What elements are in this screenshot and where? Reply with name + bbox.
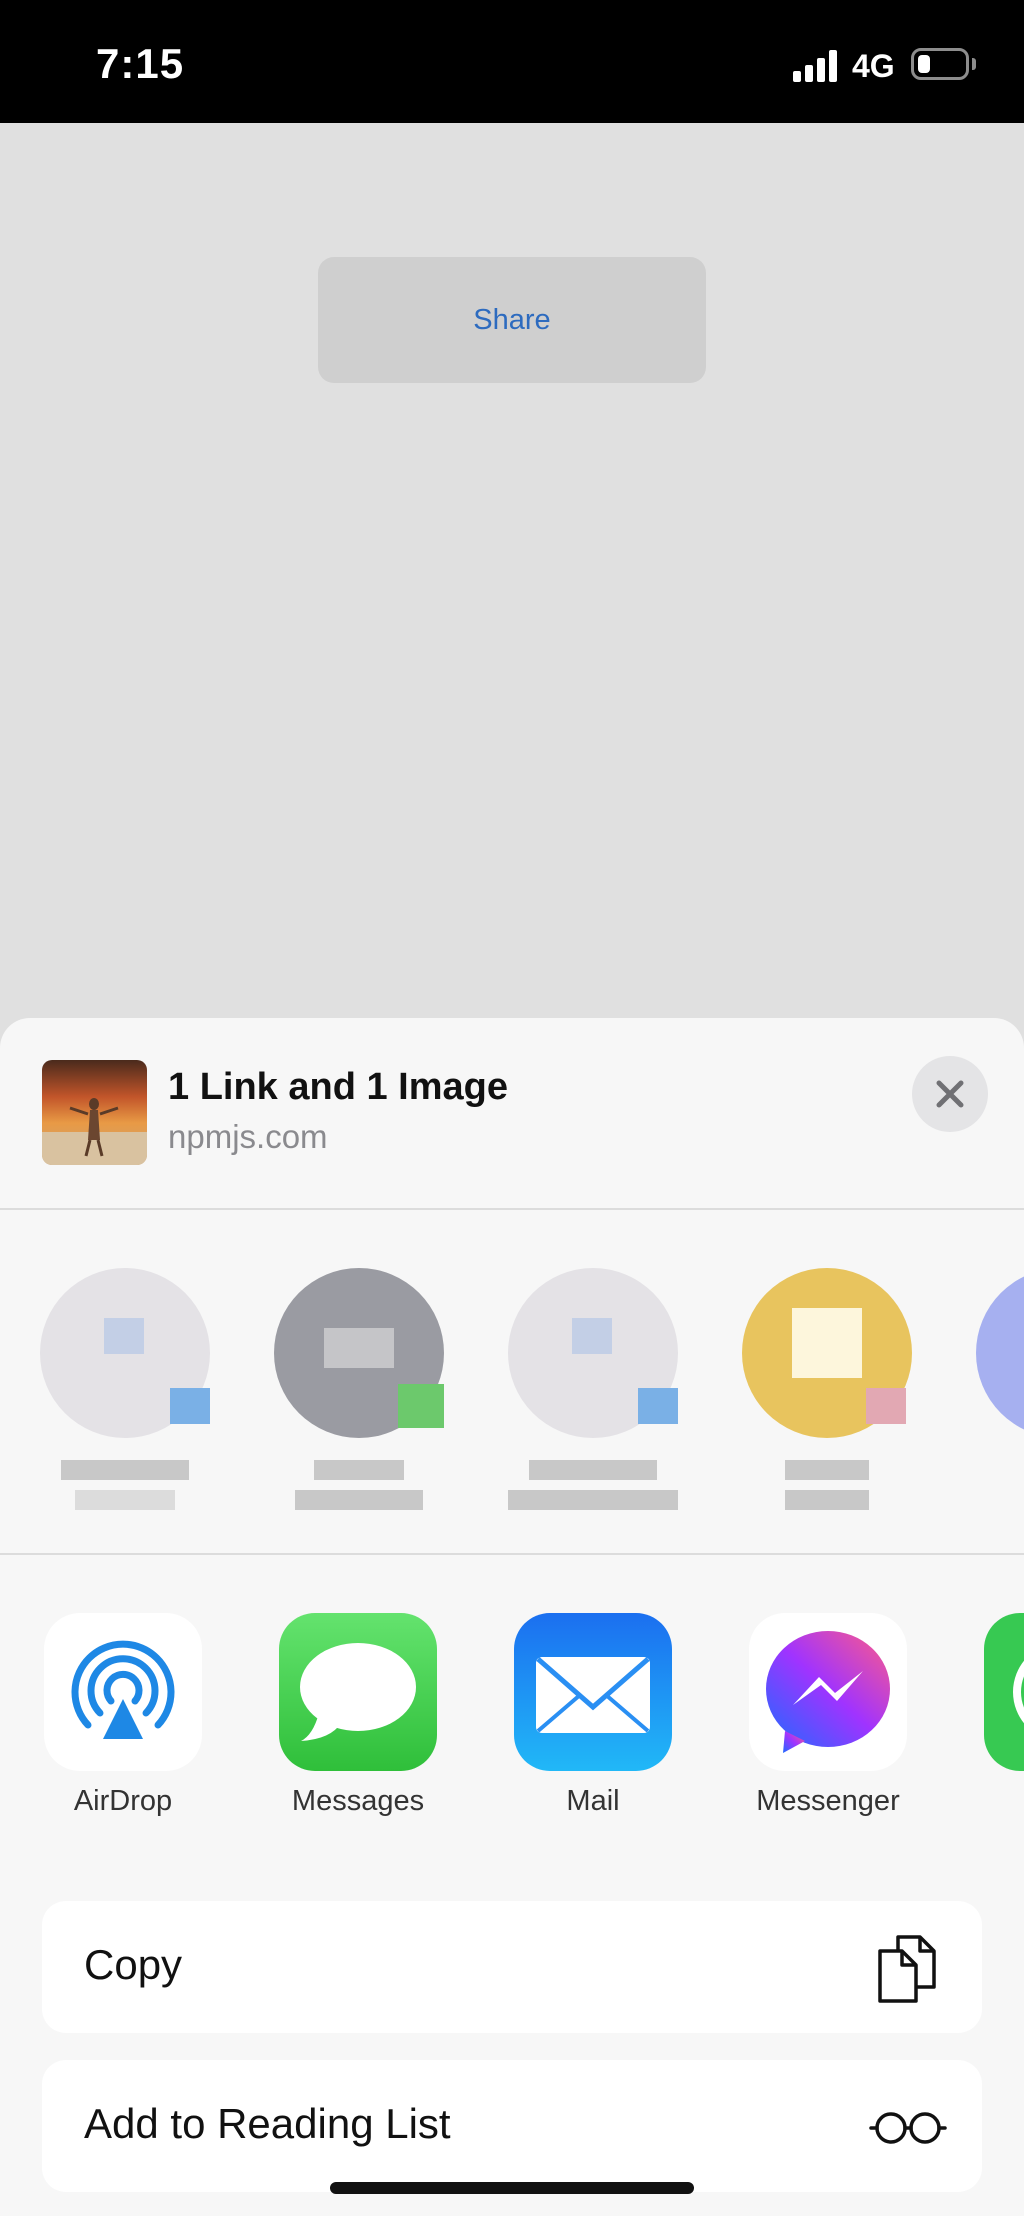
- people-divider: [0, 1553, 1024, 1555]
- app-label: Messenger: [756, 1785, 900, 1817]
- battery-tip: [972, 58, 976, 70]
- network-type: 4G: [852, 48, 895, 84]
- close-button[interactable]: [912, 1056, 988, 1132]
- contact-suggestion[interactable]: [966, 1268, 1024, 1438]
- app-label: AirDrop: [73, 1785, 173, 1817]
- contact-suggestion[interactable]: [732, 1268, 922, 1510]
- app-label: Wh: [963, 1785, 1024, 1818]
- airdrop-icon: [44, 1613, 202, 1771]
- close-icon: [936, 1080, 964, 1108]
- app-whatsapp[interactable]: Wh: [963, 1613, 1024, 1818]
- share-button[interactable]: Share: [318, 257, 706, 383]
- contact-suggestion[interactable]: [30, 1268, 220, 1510]
- share-sheet-title: 1 Link and 1 Image: [168, 1066, 508, 1108]
- app-row: AirDrop Messages Mail Messenger: [0, 1613, 1024, 1843]
- people-suggestions: [0, 1208, 1024, 1570]
- shared-image-thumbnail: [42, 1060, 147, 1165]
- status-bar: 7:15 4G: [0, 0, 1024, 123]
- copy-action[interactable]: Copy: [42, 1901, 982, 2033]
- home-indicator[interactable]: [330, 2182, 694, 2194]
- whatsapp-icon: [984, 1613, 1024, 1771]
- reading-list-icon: [869, 2112, 947, 2144]
- app-label: Messages: [291, 1785, 425, 1817]
- status-time: 7:15: [96, 40, 185, 87]
- share-sheet-subtitle: npmjs.com: [168, 1118, 328, 1155]
- mail-icon: [514, 1613, 672, 1771]
- app-messages[interactable]: Messages: [258, 1613, 458, 1818]
- contact-suggestion[interactable]: [264, 1268, 454, 1510]
- app-airdrop[interactable]: AirDrop: [23, 1613, 223, 1818]
- messages-icon: [279, 1613, 437, 1771]
- share-sheet: 1 Link and 1 Image npmjs.com AirDrop Mes…: [0, 1018, 1024, 2216]
- app-label: Mail: [566, 1785, 620, 1817]
- copy-icon: [878, 1935, 936, 2003]
- messenger-icon: [749, 1613, 907, 1771]
- action-label: Add to Reading List: [84, 2100, 451, 2147]
- app-mail[interactable]: Mail: [493, 1613, 693, 1818]
- add-to-reading-list-action[interactable]: Add to Reading List: [42, 2060, 982, 2192]
- app-messenger[interactable]: Messenger: [728, 1613, 928, 1818]
- contact-suggestion[interactable]: [498, 1268, 688, 1510]
- cellular-signal-icon: [793, 50, 837, 82]
- action-label: Copy: [84, 1941, 183, 1988]
- battery-icon: [911, 48, 969, 80]
